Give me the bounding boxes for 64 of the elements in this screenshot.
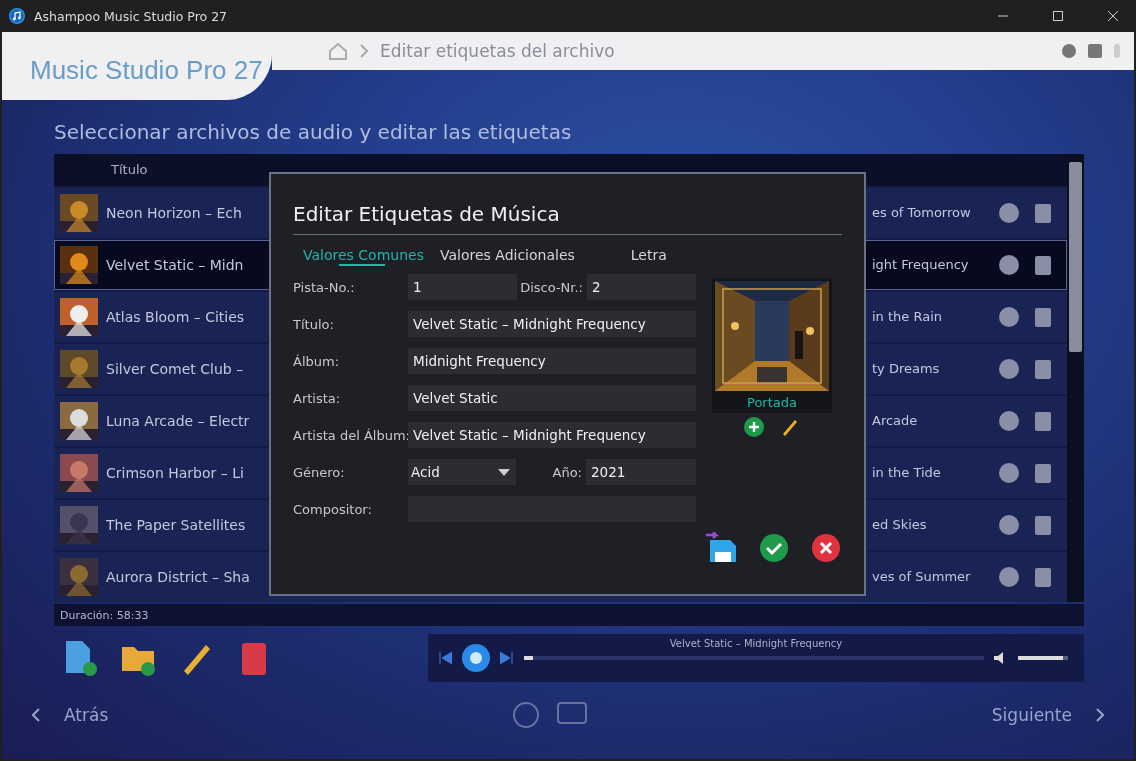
music-note-icon	[9, 8, 25, 24]
field-label: Compositor:	[293, 501, 373, 517]
volume-slider[interactable]	[1018, 656, 1068, 660]
add-button[interactable]	[744, 417, 764, 437]
field-label: Título:	[293, 316, 335, 332]
edit-button[interactable]	[780, 417, 800, 437]
duration-text: Duración: 58:33	[60, 608, 149, 622]
text-field[interactable]: Velvet Static – Midnight Frequency	[408, 311, 696, 337]
chevron-icon	[1096, 708, 1104, 722]
track-album: ight Frequency	[872, 257, 970, 273]
window-title: Ashampoo Music Studio Pro 27	[34, 8, 229, 24]
next-link[interactable]: Siguiente	[991, 705, 1104, 725]
text-field[interactable]: Velvet Static – Midnight Frequency	[408, 422, 696, 448]
confirm-button[interactable]	[758, 532, 790, 564]
track-album: ves of Summer	[872, 569, 972, 585]
track-album: Arcade	[872, 413, 919, 429]
app-logo: Music Studio Pro 27	[30, 55, 263, 86]
previous-icon[interactable]	[438, 652, 452, 664]
track-title: Luna Arcade – Electr	[106, 412, 250, 429]
field-label: Artista del Álbum:	[293, 427, 408, 443]
genre-dropdown[interactable]: Acid	[408, 459, 516, 485]
text-field[interactable]: 2021	[586, 459, 696, 485]
track-title: Velvet Static – Midn	[106, 256, 244, 273]
next-icon[interactable]	[500, 652, 514, 664]
text-field[interactable]: 2	[587, 274, 696, 300]
track-album: es of Tomorrow	[872, 205, 972, 221]
track-album: ed Skies	[872, 517, 928, 533]
close-icon	[1108, 11, 1118, 21]
column-header[interactable]: Título	[111, 162, 148, 178]
page-heading: Seleccionar archivos de audio y editar las etiquetas	[54, 120, 573, 144]
field-label: Año:	[551, 464, 583, 480]
now-playing-title: Velvet Static – Midnight Frequency	[668, 638, 844, 649]
text-field[interactable]: Velvet Static	[408, 385, 696, 411]
dialog-title: Editar Etiquetas de Música	[293, 202, 842, 235]
track-title: Neon Horizon – Ech	[106, 204, 242, 221]
text-field[interactable]: Midnight Frequency	[408, 348, 696, 374]
tab[interactable]: Valores Comunes	[303, 247, 424, 266]
field-label: Artista:	[293, 390, 342, 406]
cancel-button[interactable]	[810, 532, 842, 564]
track-album: in the Tide	[872, 465, 942, 481]
save-button[interactable]	[706, 532, 738, 564]
breadcrumb: Editar etiquetas del archivo	[380, 41, 616, 61]
scrollbar[interactable]	[1067, 154, 1084, 602]
back-link[interactable]: Atrás	[32, 705, 109, 725]
tab[interactable]: Letra	[630, 247, 667, 266]
track-title: Crimson Harbor – Li	[106, 464, 244, 481]
track-album: ty Dreams	[872, 361, 941, 377]
field-label: Álbum:	[293, 353, 341, 369]
field-label: Disco-Nr.:	[519, 279, 584, 295]
track-album: in the Rain	[872, 309, 943, 325]
text-field[interactable]: 1	[408, 274, 517, 300]
cover-label: Portada	[747, 394, 797, 412]
play-icon[interactable]	[462, 644, 490, 672]
caret-icon	[498, 468, 510, 476]
chevron-icon	[360, 44, 368, 58]
track-title: Aurora District – Sha	[106, 568, 250, 585]
field-label: Pista-No.:	[293, 279, 356, 295]
maximize-icon	[1053, 11, 1063, 21]
tab[interactable]: Valores Adicionales	[439, 247, 575, 266]
track-title: Atlas Bloom – Cities	[106, 308, 245, 325]
chevron-icon	[32, 708, 40, 722]
track-title: The Paper Satellites	[106, 516, 246, 533]
track-title: Silver Comet Club –	[106, 360, 244, 377]
field-label: Género:	[293, 464, 346, 480]
